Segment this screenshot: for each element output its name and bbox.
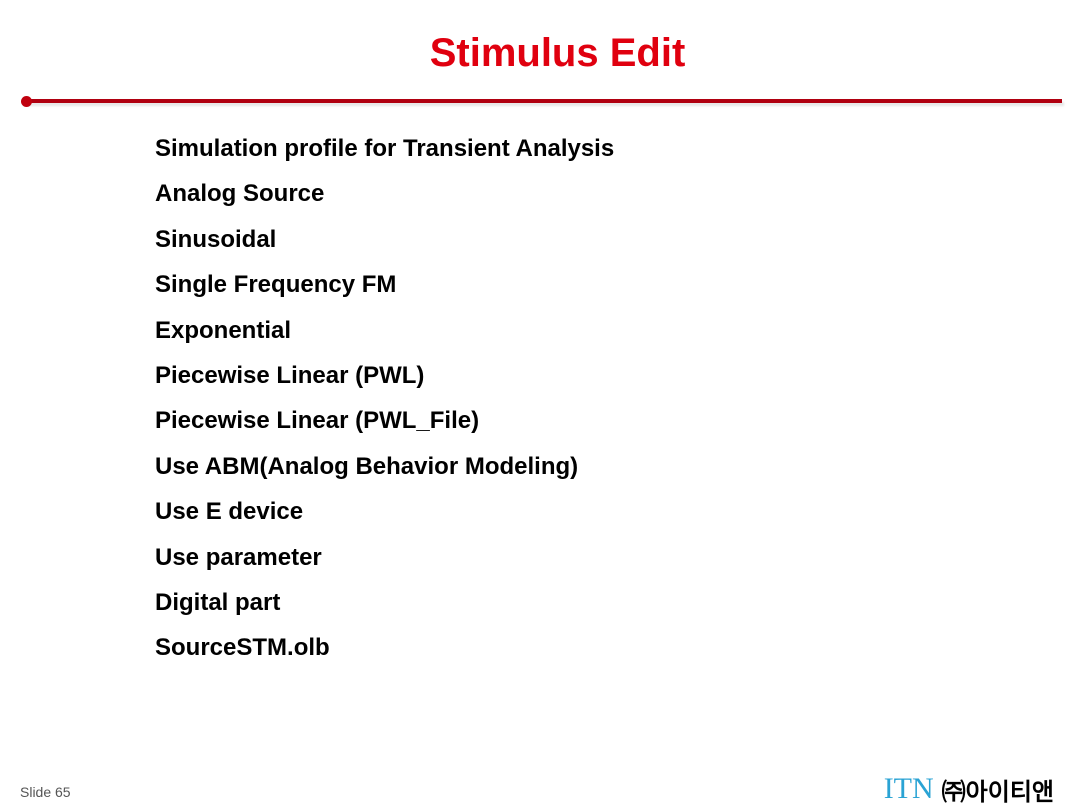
- title-divider: [26, 99, 1062, 103]
- list-item: Simulation profile for Transient Analysi…: [155, 135, 615, 162]
- slide-title: Stimulus Edit: [429, 31, 686, 75]
- slide-number: Slide 65: [20, 784, 71, 800]
- list-item: Digital part: [155, 588, 281, 616]
- content-list: Simulation profile for Transient Analysi…: [155, 132, 614, 677]
- list-item: Analog Source: [155, 180, 325, 208]
- list-item: Use parameter: [155, 543, 322, 571]
- list-item: Use ABM(Analog Behavior Modeling): [155, 452, 579, 480]
- list-item: SourceSTM.olb: [155, 634, 330, 662]
- divider-dot: [21, 96, 32, 107]
- logo-company-name: ㈜아이티앤: [941, 777, 1054, 806]
- list-item: Use E device: [155, 498, 304, 526]
- logo-itn-text: ITN: [883, 772, 934, 805]
- list-item: Exponential: [155, 316, 292, 344]
- list-item: Piecewise Linear (PWL_File): [155, 407, 480, 435]
- list-item: Piecewise Linear (PWL): [155, 361, 425, 389]
- list-item: Single Frequency FM: [155, 271, 397, 299]
- list-item: Sinusoidal: [155, 225, 277, 253]
- company-logo: ITN ㈜아이티앤: [884, 771, 1054, 807]
